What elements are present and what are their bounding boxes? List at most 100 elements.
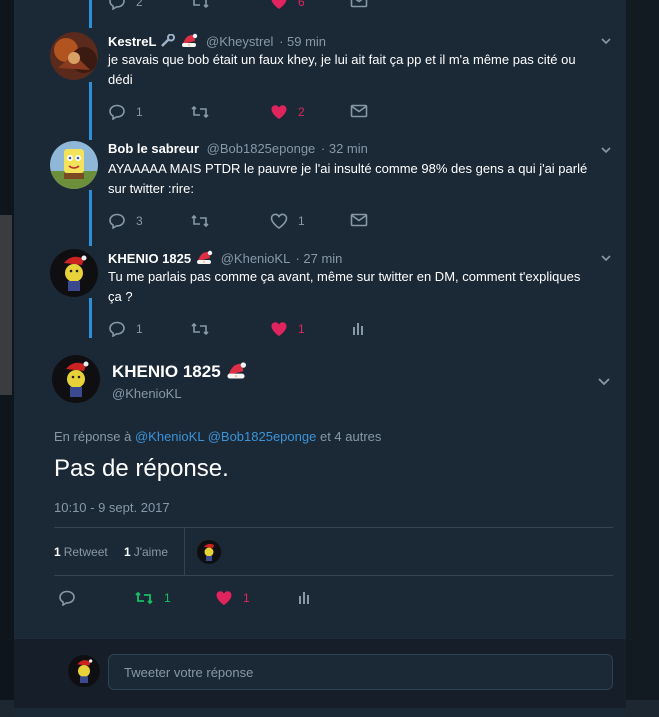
background-image-strip [0, 215, 12, 395]
background-sidebar [626, 0, 659, 717]
reply-icon [109, 0, 125, 10]
main-tweet-actions: 1 1 [58, 590, 358, 610]
chevron-down-icon[interactable] [598, 376, 610, 386]
reply-count: 1 [136, 322, 143, 336]
thread-line [89, 298, 92, 338]
dm-button[interactable] [350, 213, 368, 227]
reply-count: 1 [136, 105, 143, 119]
tweet-time[interactable]: · 27 min [295, 251, 342, 266]
reply-button[interactable]: 1 [108, 321, 143, 337]
analytics-button[interactable] [352, 321, 366, 335]
reply-icon [109, 213, 125, 229]
stats-divider [184, 528, 185, 575]
user-handle[interactable]: @KhenioKL [112, 386, 182, 401]
thread-line [89, 82, 92, 140]
mention-link[interactable]: @Bob1825eponge [208, 429, 317, 444]
heart-icon [270, 213, 288, 229]
retweet-stat-label: Retweet [63, 545, 108, 559]
reply-button[interactable] [58, 590, 76, 606]
chevron-down-icon[interactable] [601, 253, 611, 263]
heart-icon [271, 105, 287, 119]
display-name[interactable]: Bob le sabreur [108, 141, 199, 156]
retweet-button[interactable] [190, 0, 210, 10]
avatar[interactable] [50, 141, 98, 189]
tweet-text: Pas de réponse. [54, 455, 229, 482]
reply-composer [14, 638, 626, 708]
display-name[interactable]: KestreL [108, 34, 156, 49]
tweet-time[interactable]: · 59 min [279, 34, 326, 49]
tweet-stats: 1 Retweet 1 J'aime [54, 527, 613, 576]
user-handle[interactable]: @Kheystrel [206, 34, 273, 49]
santa-hat-icon [197, 250, 213, 264]
reply-prefix: En réponse à [54, 429, 132, 444]
display-name[interactable]: KHENIO 1825 [108, 251, 191, 266]
like-count: 6 [298, 0, 305, 9]
analytics-button[interactable] [298, 590, 312, 604]
like-button[interactable]: 1 [270, 213, 305, 229]
tweet-timestamp[interactable]: 10:10 - 9 sept. 2017 [54, 500, 170, 515]
mail-icon [350, 0, 368, 8]
santa-hat-icon [227, 362, 246, 379]
reply-button[interactable]: 2 [108, 0, 143, 10]
tweet-header: Bob le sabreur @Bob1825eponge · 32 min [108, 141, 368, 156]
retweet-count: 1 [164, 591, 171, 605]
tweet-header: KestreL @Kheystrel · 59 min [108, 32, 326, 49]
reply-count: 2 [136, 0, 143, 9]
tweet-text: Tu me parlais pas comme ça avant, même s… [108, 269, 581, 304]
reply-icon [109, 321, 125, 337]
analytics-icon [299, 592, 309, 604]
like-count: 1 [298, 214, 305, 228]
dm-button[interactable] [350, 0, 368, 8]
dm-button[interactable] [350, 104, 368, 118]
like-stat-label: J'aime [133, 545, 168, 559]
tweet-header: KHENIO 1825 @KhenioKL · 27 min [108, 249, 342, 266]
tweet-text: je savais que bob était un faux khey, je… [108, 52, 576, 87]
santa-hat-icon [182, 33, 198, 47]
like-stat[interactable]: 1 J'aime [124, 545, 168, 559]
user-handle[interactable]: @KhenioKL [221, 251, 290, 266]
retweet-button[interactable] [190, 104, 210, 120]
thread-line [89, 190, 92, 246]
retweet-icon [135, 591, 153, 605]
like-button[interactable]: 1 [270, 321, 305, 337]
current-user-avatar [68, 655, 100, 687]
like-count: 2 [298, 105, 305, 119]
retweet-stat-count: 1 [54, 545, 61, 559]
chevron-down-icon[interactable] [601, 36, 611, 46]
tweet-text: AYAAAAA MAIS PTDR le pauvre je l'ai insu… [108, 161, 588, 196]
liker-avatar[interactable] [197, 540, 221, 564]
retweet-button[interactable] [190, 213, 210, 229]
reply-input[interactable] [108, 654, 613, 690]
avatar[interactable] [50, 249, 98, 297]
retweet-stat[interactable]: 1 Retweet [54, 545, 108, 559]
reply-count: 3 [136, 214, 143, 228]
reply-icon [59, 590, 75, 606]
tweet-detail-modal: 2 6 KestreL @Kheystrel · 59 min je savai… [14, 0, 626, 717]
reply-button[interactable]: 1 [108, 104, 143, 120]
retweet-icon [191, 322, 209, 336]
like-button[interactable]: 1 [215, 590, 250, 606]
mention-link[interactable]: @KhenioKL [135, 429, 204, 444]
retweet-button[interactable] [190, 321, 210, 337]
retweet-button[interactable]: 1 [134, 590, 171, 606]
avatar[interactable] [52, 355, 100, 403]
analytics-icon [353, 323, 363, 335]
like-count: 1 [298, 322, 305, 336]
avatar[interactable] [50, 32, 98, 80]
display-name-text[interactable]: KHENIO 1825 [112, 362, 221, 381]
reply-context: En réponse à @KhenioKL @Bob1825eponge et… [54, 429, 381, 444]
reply-button[interactable]: 3 [108, 213, 143, 229]
chevron-down-icon[interactable] [601, 145, 611, 155]
user-handle[interactable]: @Bob1825eponge [207, 141, 316, 156]
retweet-icon [193, 0, 209, 9]
retweet-icon [191, 105, 209, 119]
mail-icon [350, 104, 368, 118]
display-name: KHENIO 1825 [112, 360, 247, 382]
retweet-icon [191, 214, 209, 228]
like-button[interactable]: 6 [270, 0, 305, 10]
reply-icon [109, 104, 125, 120]
reply-suffix[interactable]: et 4 autres [320, 429, 381, 444]
tweet-time[interactable]: · 32 min [321, 141, 368, 156]
heart-icon [271, 0, 287, 9]
like-button[interactable]: 2 [270, 104, 305, 120]
